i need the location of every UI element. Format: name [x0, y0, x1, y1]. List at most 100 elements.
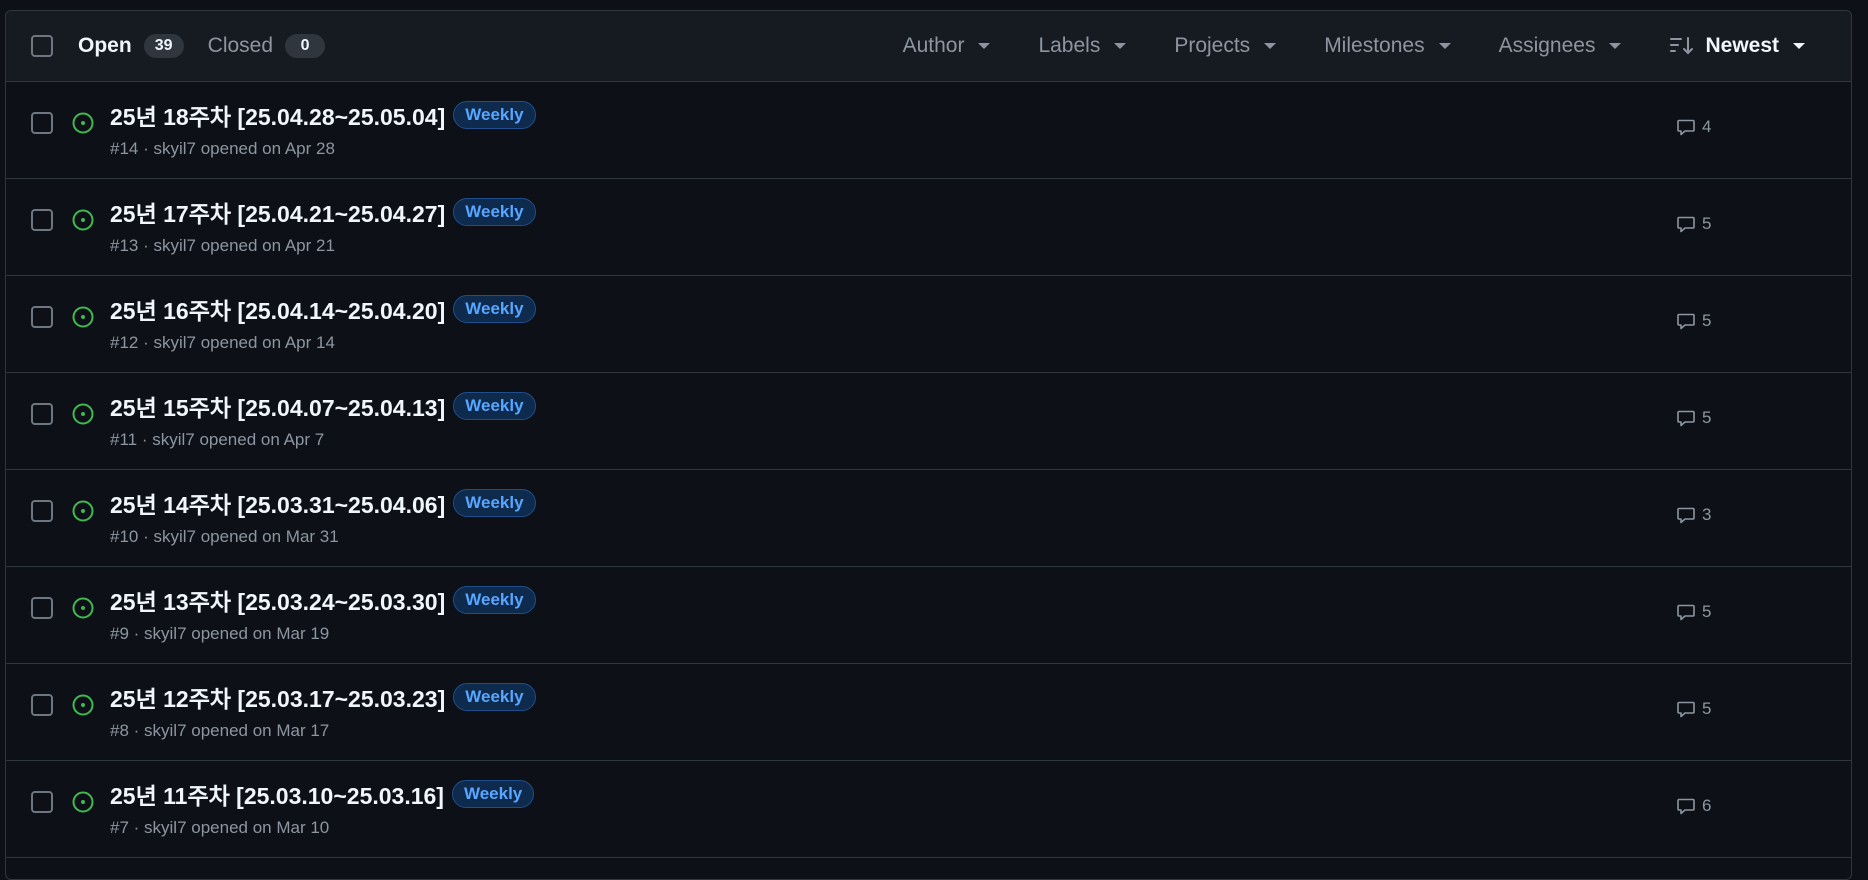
issue-title-link[interactable]: 25년 11주차 [25.03.10~25.03.16]: [110, 777, 444, 811]
chevron-down-icon: [1114, 43, 1127, 49]
milestones-filter-button[interactable]: Milestones: [1324, 34, 1451, 58]
issue-label-badge[interactable]: Weekly: [453, 101, 536, 129]
chevron-down-icon: [1609, 43, 1622, 49]
closed-tab-label: Closed: [207, 34, 274, 57]
issue-comments-link[interactable]: 3: [1676, 505, 1711, 525]
comment-icon: [1676, 699, 1696, 719]
issue-select-checkbox[interactable]: [31, 791, 53, 813]
labels-filter-label: Labels: [1038, 34, 1101, 57]
issue-open-icon: [72, 403, 94, 425]
milestones-filter-label: Milestones: [1324, 34, 1425, 57]
issue-row[interactable]: 25년 13주차 [25.03.24~25.03.30] Weekly #9 ·…: [6, 567, 1851, 664]
issue-open-icon: [72, 112, 94, 134]
issue-title-line: 25년 12주차 [25.03.17~25.03.23] Weekly: [110, 680, 536, 714]
issue-row[interactable]: 25년 15주차 [25.04.07~25.04.13] Weekly #11 …: [6, 373, 1851, 470]
open-tab-label: Open: [78, 34, 132, 57]
issue-comment-count: 5: [1702, 311, 1712, 330]
author-filter-label: Author: [902, 34, 965, 57]
issue-title-line: 25년 11주차 [25.03.10~25.03.16] Weekly: [110, 777, 535, 811]
issue-title-line: 25년 18주차 [25.04.28~25.05.04] Weekly: [110, 98, 536, 132]
projects-filter-button[interactable]: Projects: [1174, 34, 1277, 58]
issue-label-badge[interactable]: Weekly: [451, 780, 535, 808]
issue-meta-text: #10 · skyil7 opened on Mar 31: [110, 527, 339, 546]
issue-row[interactable]: 25년 11주차 [25.03.10~25.03.16] Weekly #7 ·…: [6, 761, 1851, 858]
issue-open-icon: [72, 306, 94, 328]
issue-select-checkbox[interactable]: [31, 694, 53, 716]
open-issues-tab[interactable]: Open 39: [78, 34, 184, 58]
issue-comments-link[interactable]: 4: [1676, 117, 1711, 137]
issue-comment-count: 5: [1702, 214, 1712, 233]
issue-select-checkbox[interactable]: [31, 306, 53, 328]
issue-comments-link[interactable]: 6: [1676, 796, 1711, 816]
issue-label-badge[interactable]: Weekly: [453, 198, 536, 226]
issue-open-icon: [72, 597, 94, 619]
assignees-filter-button[interactable]: Assignees: [1499, 34, 1622, 58]
issue-row[interactable]: 25년 18주차 [25.04.28~25.05.04] Weekly #14 …: [6, 82, 1851, 179]
issue-label-badge[interactable]: Weekly: [453, 586, 536, 614]
issue-comment-count: 4: [1702, 117, 1712, 136]
issue-row[interactable]: 25년 14주차 [25.03.31~25.04.06] Weekly #10 …: [6, 470, 1851, 567]
issues-list-header: Open 39 Closed 0 Author Labels Projects …: [6, 11, 1851, 82]
issue-comment-count: 5: [1702, 699, 1712, 718]
issue-title-link[interactable]: 25년 15주차 [25.04.07~25.04.13]: [110, 389, 445, 423]
issue-comment-count: 5: [1702, 602, 1712, 621]
issue-title-link[interactable]: 25년 17주차 [25.04.21~25.04.27]: [110, 195, 445, 229]
issue-title-link[interactable]: 25년 14주차 [25.03.31~25.04.06]: [110, 486, 445, 520]
issue-comments-link[interactable]: 5: [1676, 408, 1711, 428]
issue-meta-text: #13 · skyil7 opened on Apr 21: [110, 236, 335, 255]
sort-label: Newest: [1705, 34, 1779, 57]
issue-title-link[interactable]: 25년 13주차 [25.03.24~25.03.30]: [110, 583, 445, 617]
author-filter-button[interactable]: Author: [903, 34, 991, 58]
issue-comments-link[interactable]: 5: [1676, 699, 1711, 719]
filter-bar: Author Labels Projects Milestones Assign…: [903, 11, 1851, 81]
issue-label-badge[interactable]: Weekly: [453, 489, 536, 517]
issue-title-link[interactable]: 25년 16주차 [25.04.14~25.04.20]: [110, 292, 445, 326]
chevron-down-icon: [1793, 43, 1805, 49]
issue-row[interactable]: 25년 12주차 [25.03.17~25.03.23] Weekly #8 ·…: [6, 664, 1851, 761]
assignees-filter-label: Assignees: [1498, 34, 1596, 57]
issue-open-icon: [72, 500, 94, 522]
issue-title-line: 25년 17주차 [25.04.21~25.04.27] Weekly: [110, 195, 536, 229]
issue-meta-text: #11 · skyil7 opened on Apr 7: [110, 430, 325, 449]
comment-icon: [1676, 505, 1696, 525]
issue-meta-text: #12 · skyil7 opened on Apr 14: [110, 333, 335, 352]
issue-select-checkbox[interactable]: [31, 597, 53, 619]
issue-comment-count: 3: [1702, 505, 1712, 524]
issues-list-panel: Open 39 Closed 0 Author Labels Projects …: [5, 10, 1852, 880]
issue-select-checkbox[interactable]: [31, 209, 53, 231]
issue-list: 25년 18주차 [25.04.28~25.05.04] Weekly #14 …: [6, 82, 1851, 858]
issue-select-checkbox[interactable]: [31, 112, 53, 134]
issue-row[interactable]: 25년 16주차 [25.04.14~25.04.20] Weekly #12 …: [6, 276, 1851, 373]
issue-comment-count: 5: [1702, 408, 1712, 427]
comment-icon: [1676, 602, 1696, 622]
select-all-checkbox[interactable]: [31, 35, 53, 57]
issue-meta-text: #14 · skyil7 opened on Apr 28: [110, 139, 335, 158]
labels-filter-button[interactable]: Labels: [1038, 34, 1127, 58]
issue-comments-link[interactable]: 5: [1676, 602, 1711, 622]
comment-icon: [1676, 311, 1696, 331]
issue-label-badge[interactable]: Weekly: [453, 392, 536, 420]
open-count-badge: 39: [143, 34, 184, 58]
projects-filter-label: Projects: [1174, 34, 1251, 57]
issue-row[interactable]: 25년 17주차 [25.04.21~25.04.27] Weekly #13 …: [6, 179, 1851, 276]
issue-title-line: 25년 16주차 [25.04.14~25.04.20] Weekly: [110, 292, 536, 326]
comment-icon: [1676, 408, 1696, 428]
comment-icon: [1676, 117, 1696, 137]
issue-select-checkbox[interactable]: [31, 500, 53, 522]
issue-title-link[interactable]: 25년 18주차 [25.04.28~25.05.04]: [110, 98, 445, 132]
comment-icon: [1676, 214, 1696, 234]
sort-icon: [1669, 36, 1695, 56]
issue-title-link[interactable]: 25년 12주차 [25.03.17~25.03.23]: [110, 680, 445, 714]
issue-comments-link[interactable]: 5: [1676, 311, 1711, 331]
issue-comments-link[interactable]: 5: [1676, 214, 1711, 234]
issue-select-checkbox[interactable]: [31, 403, 53, 425]
sort-button[interactable]: Newest: [1669, 34, 1805, 58]
issue-title-line: 25년 13주차 [25.03.24~25.03.30] Weekly: [110, 583, 536, 617]
chevron-down-icon: [1264, 43, 1277, 49]
issue-label-badge[interactable]: Weekly: [453, 683, 536, 711]
issue-label-badge[interactable]: Weekly: [453, 295, 536, 323]
issue-open-icon: [72, 209, 94, 231]
issue-title-line: 25년 14주차 [25.03.31~25.04.06] Weekly: [110, 486, 536, 520]
closed-issues-tab[interactable]: Closed 0: [207, 34, 326, 58]
chevron-down-icon: [1438, 43, 1451, 49]
